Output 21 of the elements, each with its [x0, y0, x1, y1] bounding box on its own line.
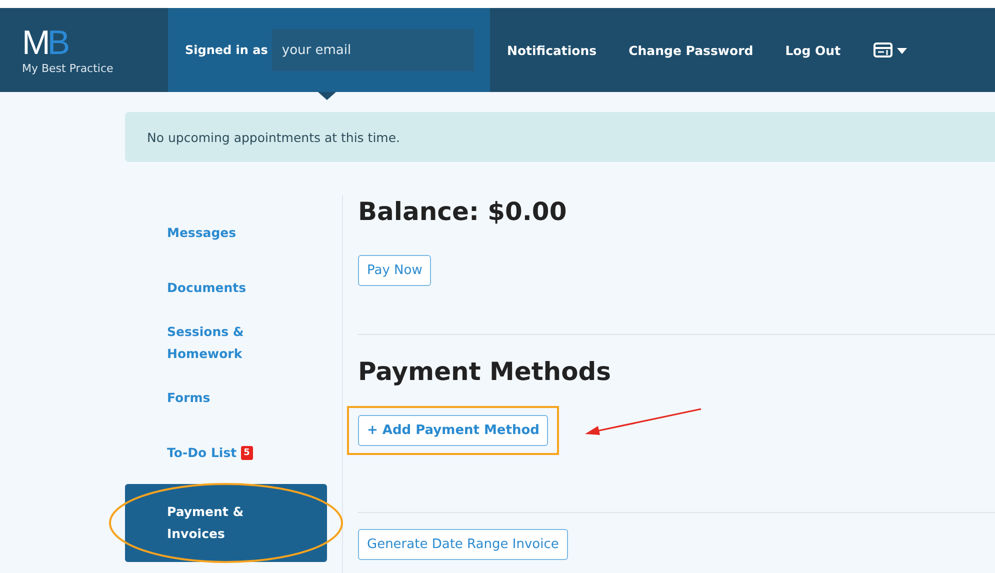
sidebar-item[interactable]: Payment & Invoices [125, 484, 327, 562]
nav-link[interactable]: Change Password [628, 42, 754, 58]
action-button[interactable]: + Add Payment Method [358, 415, 548, 446]
section-heading: Balance: $0.00 [358, 196, 568, 228]
sidebar-item[interactable]: Sessions & Homework [125, 315, 327, 370]
logo-mark: MB [22, 26, 69, 60]
action-button[interactable]: Pay Now [358, 255, 432, 286]
sidebar-item[interactable]: Forms [125, 370, 327, 425]
alert-message: No upcoming appointments at this time. [125, 112, 995, 162]
signed-in-label: Signed in as [185, 43, 268, 57]
count-badge: 5 [240, 446, 253, 460]
section-heading: Payment Methods [358, 356, 612, 388]
nav-link[interactable]: Notifications [507, 42, 597, 58]
sidebar-item[interactable]: Messages [125, 205, 327, 260]
email-field[interactable]: your email [272, 29, 474, 71]
sidebar-item[interactable]: To-Do List 5 [125, 425, 327, 480]
panel-pointer [318, 92, 336, 100]
nav-link[interactable]: Log Out [785, 42, 841, 58]
sidebar-item[interactable]: Documents [125, 260, 327, 315]
action-button[interactable]: Generate Date Range Invoice [358, 529, 568, 560]
logo-name: My Best Practice [22, 62, 114, 74]
